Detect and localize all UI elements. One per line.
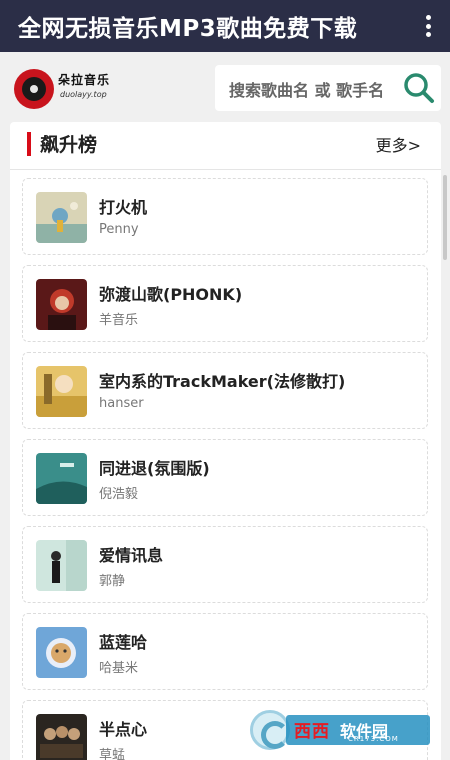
song-artist: 倪浩毅 xyxy=(99,487,139,502)
song-artist: 草蜢 xyxy=(99,748,126,760)
song-artist: hanser xyxy=(99,396,144,411)
section-title: 飙升榜 xyxy=(40,134,98,156)
app-bar: 全网无损音乐MP3歌曲免费下载 xyxy=(0,0,450,52)
album-cover xyxy=(36,192,87,243)
section-accent-bar xyxy=(27,132,31,156)
song-item[interactable]: 爱情讯息 郭静 xyxy=(22,526,428,603)
watermark-brand: 西西 xyxy=(294,722,330,742)
vinyl-icon xyxy=(14,69,54,109)
logo-name: 朵拉音乐 xyxy=(58,73,111,87)
search-box[interactable]: 搜索歌曲名 或 歌手名 xyxy=(215,65,441,111)
album-cover xyxy=(36,453,87,504)
section-header: 飙升榜 更多> xyxy=(10,122,441,170)
song-title: 蓝莲哈 xyxy=(99,633,148,652)
song-title: 打火机 xyxy=(99,198,148,217)
album-cover xyxy=(36,279,87,330)
scrollbar[interactable] xyxy=(443,175,447,260)
song-artist: 羊音乐 xyxy=(99,313,139,328)
watermark: 西西 软件园 CR173.COM xyxy=(250,710,432,750)
app-title: 全网无损音乐MP3歌曲免费下载 xyxy=(18,16,358,42)
song-title: 室内系的TrackMaker(法修散打) xyxy=(99,372,346,391)
watermark-logo-icon xyxy=(250,710,290,750)
chart-panel: 飙升榜 更多> 打火机 Penny 弥渡山歌(PHONK) 羊音乐 室内系的Tr… xyxy=(10,122,441,760)
song-item[interactable]: 弥渡山歌(PHONK) 羊音乐 xyxy=(22,265,428,342)
song-artist: 郭静 xyxy=(99,574,126,589)
song-title: 弥渡山歌(PHONK) xyxy=(99,285,243,304)
song-item[interactable]: 打火机 Penny xyxy=(22,178,428,255)
watermark-banner: 西西 软件园 CR173.COM xyxy=(286,715,430,745)
song-title: 同进退(氛围版) xyxy=(99,459,210,478)
logo-url: duolayy.top xyxy=(60,90,107,99)
album-cover xyxy=(36,627,87,678)
song-item[interactable]: 室内系的TrackMaker(法修散打) hanser xyxy=(22,352,428,429)
album-cover xyxy=(36,366,87,417)
watermark-domain: CR173.COM xyxy=(348,735,399,743)
song-item[interactable]: 同进退(氛围版) 倪浩毅 xyxy=(22,439,428,516)
more-link[interactable]: 更多> xyxy=(376,132,421,156)
song-artist: 哈基米 xyxy=(99,661,139,676)
album-cover xyxy=(36,540,87,591)
song-item[interactable]: 蓝莲哈 哈基米 xyxy=(22,613,428,690)
site-logo[interactable]: 朵拉音乐 duolayy.top xyxy=(14,67,134,111)
more-vert-icon[interactable] xyxy=(418,12,438,40)
song-artist: Penny xyxy=(99,222,139,237)
header: 朵拉音乐 duolayy.top 搜索歌曲名 或 歌手名 xyxy=(0,52,450,122)
song-title: 爱情讯息 xyxy=(99,546,164,565)
search-icon[interactable] xyxy=(403,72,435,104)
search-input[interactable]: 搜索歌曲名 或 歌手名 xyxy=(229,77,384,101)
song-title: 半点心 xyxy=(99,720,148,739)
album-cover xyxy=(36,714,87,760)
